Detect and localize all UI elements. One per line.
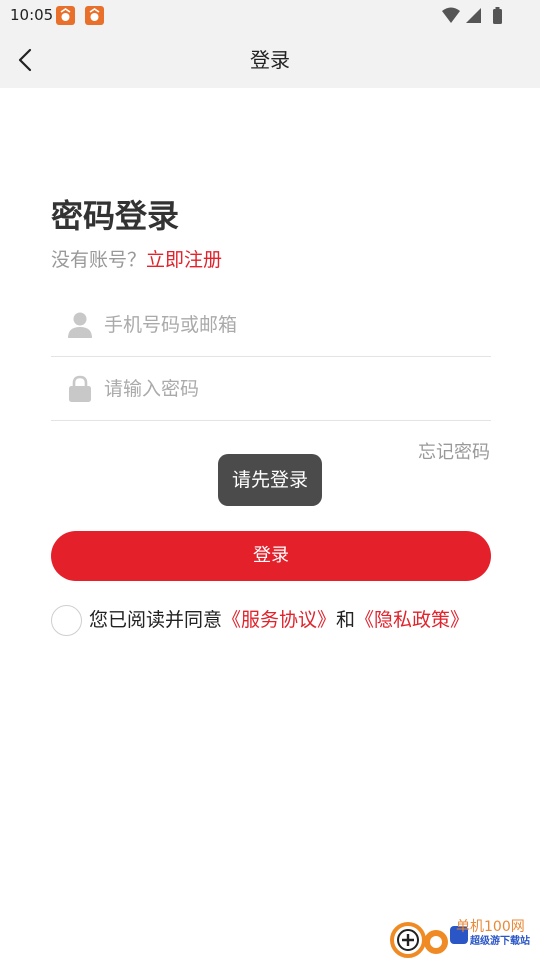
app-notification-icon: [56, 6, 75, 25]
user-icon: [68, 312, 92, 338]
forgot-password-link[interactable]: 忘记密码: [418, 439, 490, 467]
agreement-checkbox[interactable]: [51, 605, 82, 636]
agreement-text: 您已阅读并同意《服务协议》和《隐私政策》: [89, 606, 469, 634]
status-time: 10:05: [10, 6, 54, 24]
agreement-prefix: 您已阅读并同意: [89, 609, 223, 631]
watermark-text-bottom: 超级游下载站: [470, 936, 530, 947]
chevron-left-icon: [18, 48, 32, 72]
password-field: [51, 357, 491, 421]
status-bar: 10:05: [0, 0, 540, 32]
account-field: [51, 293, 491, 357]
toast-message: 请先登录: [218, 454, 322, 506]
back-button[interactable]: [10, 44, 42, 76]
password-input[interactable]: [104, 369, 484, 409]
battery-icon: [493, 7, 502, 24]
signup-row: 没有账号？立即注册: [51, 246, 222, 274]
account-input[interactable]: [104, 305, 484, 345]
agreement-conjunction: 和: [336, 609, 356, 631]
page-title: 登录: [250, 48, 290, 72]
title-bar: 登录: [0, 32, 540, 88]
login-button[interactable]: 登录: [51, 531, 491, 581]
wifi-icon: [442, 7, 460, 23]
signal-icon: [466, 8, 481, 23]
system-status-icons: [442, 7, 502, 24]
site-watermark: 单机100网 超级游下载站: [390, 912, 540, 960]
login-heading: 密码登录: [51, 197, 180, 235]
register-link[interactable]: 立即注册: [146, 249, 222, 271]
lock-icon: [69, 375, 91, 402]
app-notification-icon: [85, 6, 104, 25]
privacy-policy-link[interactable]: 《隐私政策》: [355, 609, 469, 631]
no-account-text: 没有账号？: [51, 249, 147, 271]
service-agreement-link[interactable]: 《服务协议》: [222, 609, 336, 631]
